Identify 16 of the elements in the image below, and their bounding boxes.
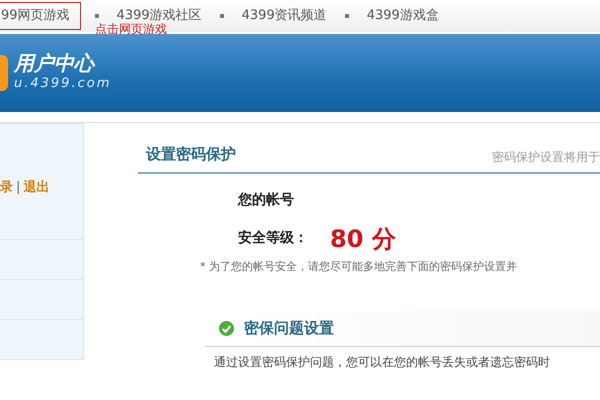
panel-hint: 密码保护设置将用于: [492, 148, 600, 166]
security-level-label: 安全等级：: [238, 228, 308, 248]
security-score: 80 分: [330, 224, 396, 254]
nav-link[interactable]: 4399资讯频道: [238, 4, 331, 28]
section-title: 密保问题设置: [244, 318, 334, 339]
security-note: * 为了您的帐号安全，请您尽可能多地完善下面的密码保护设置并: [200, 258, 518, 274]
nav-link[interactable]: 99网页游戏: [0, 2, 81, 30]
annotation-text: 点击网页游戏: [95, 21, 167, 38]
nav-link[interactable]: 4399游戏盒: [362, 4, 443, 28]
separator-text: |: [16, 178, 20, 196]
site-title: 用户中心: [14, 52, 96, 74]
logo-icon: [0, 55, 8, 91]
account-label: 您的帐号: [238, 190, 295, 210]
section-description: 通过设置密码保护问题，您可以在您的帐号丢失或者遗忘密码时: [214, 354, 551, 370]
panel-title: 设置密码保护: [146, 144, 236, 165]
site-domain: u.4399.com: [14, 75, 112, 94]
